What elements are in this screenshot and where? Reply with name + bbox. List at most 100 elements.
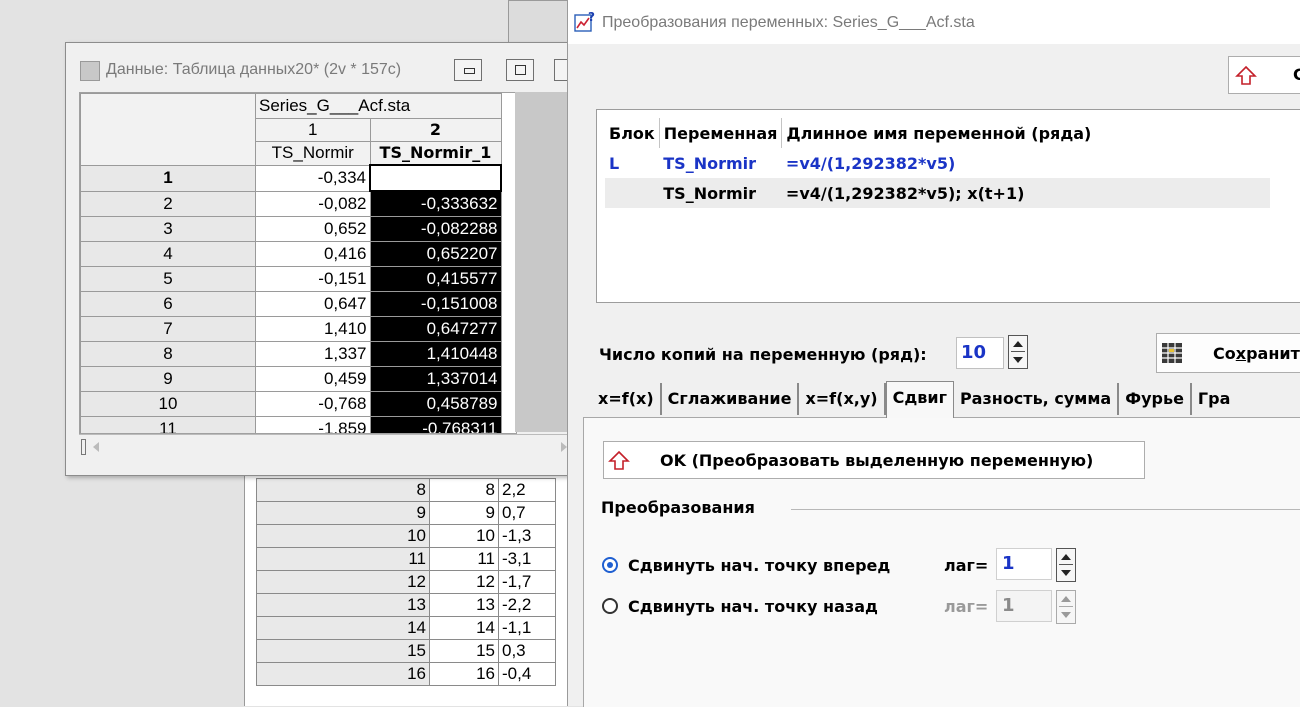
- cell-ts-normir-1[interactable]: 0,652207: [369, 241, 502, 267]
- data-window[interactable]: Данные: Таблица данных20* (2v * 157c) Se…: [65, 42, 579, 476]
- table-row: 11 11 -3,1: [256, 547, 556, 571]
- row-number[interactable]: 7: [80, 316, 256, 342]
- lag-back-input[interactable]: 1: [996, 590, 1052, 622]
- row-number[interactable]: 10: [80, 391, 256, 417]
- save-button[interactable]: Сохранит: [1156, 333, 1300, 373]
- table-row[interactable]: 4 0,416 0,652207: [80, 241, 502, 267]
- bg-row-number: 14: [256, 616, 430, 640]
- tab-fourier[interactable]: Фурье: [1119, 383, 1192, 415]
- tab-shift[interactable]: Сдвиг: [885, 381, 954, 418]
- tab-bar[interactable]: x=f(x) Сглаживание x=f(x,y) Сдвиг Разность, …: [592, 381, 1236, 418]
- row-number[interactable]: 5: [80, 266, 256, 292]
- row-number[interactable]: 11: [80, 416, 256, 433]
- cell-ts-normir-1[interactable]: 1,337014: [369, 366, 502, 392]
- scroll-left-icon[interactable]: [93, 442, 99, 452]
- header-long-name[interactable]: Длинное имя переменной (ряда): [782, 118, 1271, 148]
- cell-ts-normir-1[interactable]: 0,647277: [369, 316, 502, 342]
- column-1-number[interactable]: 1: [255, 118, 371, 142]
- cell-ts-normir-1[interactable]: [369, 164, 502, 192]
- tab-smoothing[interactable]: Сглаживание: [662, 383, 800, 415]
- table-row[interactable]: 5 -0,151 0,415577: [80, 266, 502, 292]
- shift-back-radio[interactable]: [602, 598, 618, 614]
- row-number[interactable]: 4: [80, 241, 256, 267]
- copies-input[interactable]: 10: [956, 337, 1004, 369]
- list-item[interactable]: TS_Normir =v4/(1,292382*v5); x(t+1): [605, 178, 1271, 208]
- bg-row-number: 10: [256, 524, 430, 548]
- bg-cell-a: 8: [429, 478, 499, 502]
- bg-cell-b: -1,3: [498, 524, 556, 548]
- table-row[interactable]: 1 -0,334: [80, 164, 502, 192]
- cell-ts-normir-1[interactable]: -0,082288: [369, 216, 502, 242]
- row-number[interactable]: 6: [80, 291, 256, 317]
- cell-ts-normir[interactable]: 0,652: [255, 216, 371, 242]
- cell-ts-normir-1[interactable]: -0,768311: [369, 416, 502, 433]
- list-item[interactable]: L TS_Normir =v4/(1,292382*v5): [605, 148, 1270, 178]
- top-action-button[interactable]: C: [1228, 56, 1300, 94]
- horizontal-scrollbar[interactable]: [79, 434, 575, 459]
- table-row[interactable]: 3 0,652 -0,082288: [80, 216, 502, 242]
- lag-forward-stepper[interactable]: [1056, 548, 1076, 582]
- table-row[interactable]: 2 -0,082 -0,333632: [80, 190, 502, 217]
- column-2-name[interactable]: TS_Normir_1: [369, 141, 502, 166]
- shift-forward-radio[interactable]: [602, 557, 618, 573]
- transform-dialog[interactable]: ? Преобразования переменных: Series_G___…: [567, 0, 1300, 707]
- row-number[interactable]: 9: [80, 366, 256, 392]
- table-row[interactable]: 7 1,410 0,647277: [80, 316, 502, 342]
- copies-label: Число копий на переменную (ряд):: [599, 345, 927, 364]
- shift-forward-label[interactable]: Сдвинуть нач. точку вперед: [628, 556, 890, 575]
- transformations-group-label: Преобразования: [601, 498, 755, 517]
- table-row[interactable]: 11 -1,859 -0,768311: [80, 416, 502, 433]
- row-number[interactable]: 3: [80, 216, 256, 242]
- cell-ts-normir[interactable]: -1,859: [255, 416, 371, 433]
- tab-x-fx[interactable]: x=f(x): [592, 383, 662, 415]
- save-label-mnemonic: х: [1235, 344, 1247, 363]
- row-long-name: =v4/(1,292382*v5): [785, 153, 956, 173]
- cell-ts-normir[interactable]: 1,337: [255, 341, 371, 367]
- data-grid-area[interactable]: Series_G___Acf.sta 1 2 TS_Normir TS_Norm…: [79, 92, 517, 434]
- row-number[interactable]: 1: [80, 164, 256, 192]
- table-row[interactable]: 9 0,459 1,337014: [80, 366, 502, 392]
- cell-ts-normir-1[interactable]: -0,151008: [369, 291, 502, 317]
- tab-difference-sum[interactable]: Разность, сумма: [954, 383, 1120, 415]
- minimize-button[interactable]: [454, 59, 482, 81]
- cell-ts-normir[interactable]: -0,151: [255, 266, 371, 292]
- cell-ts-normir[interactable]: -0,334: [255, 164, 371, 192]
- cell-ts-normir[interactable]: -0,082: [255, 190, 371, 217]
- row-number[interactable]: 2: [80, 190, 256, 217]
- variable-list[interactable]: Блок Переменная Длинное имя переменной (…: [596, 109, 1300, 303]
- column-2-number[interactable]: 2: [369, 118, 502, 142]
- header-block[interactable]: Блок: [605, 118, 660, 148]
- lag-back-stepper[interactable]: [1056, 590, 1076, 624]
- bg-row-number: 9: [256, 501, 430, 525]
- row-long-name: =v4/(1,292382*v5); x(t+1): [781, 178, 1271, 208]
- lag-forward-input[interactable]: 1: [996, 548, 1052, 580]
- shift-back-label[interactable]: Сдвинуть нач. точку назад: [628, 597, 878, 616]
- header-variable[interactable]: Переменная: [659, 118, 783, 148]
- cell-ts-normir[interactable]: 1,410: [255, 316, 371, 342]
- cell-ts-normir[interactable]: -0,768: [255, 391, 371, 417]
- scroll-thumb[interactable]: [81, 439, 86, 455]
- maximize-button[interactable]: [506, 59, 534, 81]
- grid-save-icon: [1162, 343, 1182, 363]
- tab-graphs[interactable]: Гра: [1192, 383, 1236, 415]
- column-1-name[interactable]: TS_Normir: [255, 141, 371, 166]
- cell-ts-normir[interactable]: 0,416: [255, 241, 371, 267]
- tab-x-fxy[interactable]: x=f(x,y): [799, 383, 886, 415]
- cell-ts-normir-1[interactable]: -0,333632: [369, 190, 502, 217]
- bg-row-number: 12: [256, 570, 430, 594]
- table-row[interactable]: 8 1,337 1,410448: [80, 341, 502, 367]
- table-row[interactable]: 6 0,647 -0,151008: [80, 291, 502, 317]
- cell-ts-normir-1[interactable]: 0,415577: [369, 266, 502, 292]
- copies-stepper[interactable]: [1008, 335, 1028, 369]
- cell-ts-normir-1[interactable]: 1,410448: [369, 341, 502, 367]
- cell-ts-normir-1[interactable]: 0,458789: [369, 391, 502, 417]
- ok-transform-button[interactable]: OK (Преобразовать выделенную переменную): [603, 441, 1145, 479]
- bg-cell-a: 12: [429, 570, 499, 594]
- row-number[interactable]: 8: [80, 341, 256, 367]
- bg-cell-a: 13: [429, 593, 499, 617]
- table-row[interactable]: 10 -0,768 0,458789: [80, 391, 502, 417]
- cell-ts-normir[interactable]: 0,647: [255, 291, 371, 317]
- data-grid[interactable]: Series_G___Acf.sta 1 2 TS_Normir TS_Norm…: [80, 93, 502, 433]
- table-row: 15 15 0,3: [256, 639, 556, 663]
- cell-ts-normir[interactable]: 0,459: [255, 366, 371, 392]
